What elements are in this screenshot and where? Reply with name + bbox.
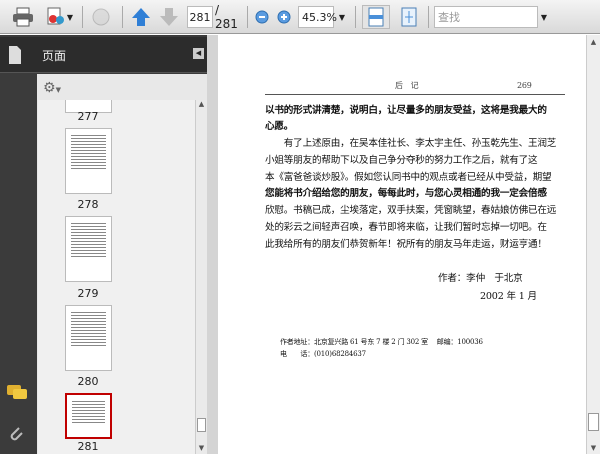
text-line: 心愿。 <box>265 121 294 132</box>
search-input[interactable]: 查找 <box>434 6 538 28</box>
scrollbar-thumb[interactable] <box>588 413 599 431</box>
text-line: 您能将书介绍给您的朋友，每每此时，与您心灵相通的我一定会倍感 <box>265 188 547 199</box>
header-rule <box>265 94 565 95</box>
zoom-out-button[interactable] <box>253 5 271 29</box>
total-pages: / 281 <box>215 3 238 31</box>
options-gear-icon[interactable]: ⚙▼ <box>43 80 61 96</box>
document-view: 后 记 269 以书的形式讲清楚，说明白，让尽量多的朋友受益，这将是我最大的 心愿… <box>218 35 586 454</box>
speech-bubble-icon <box>92 8 110 26</box>
page-thumbnail[interactable] <box>65 216 112 282</box>
text-line: 以书的形式讲清楚，说明白，让尽量多的朋友受益，这将是我最大的 <box>265 105 547 116</box>
thumbnail-label: 280 <box>77 375 99 388</box>
plus-circle-icon <box>277 10 291 24</box>
text-line: 有了上述原由，在吴本佳社长、李太宇主任、孙玉乾先生、王润芝 <box>265 138 557 149</box>
text-line: 此我给所有的朋友们恭贺新年！祝所有的朋友马年走运，财运亨通！ <box>265 239 547 250</box>
page-thumbnail-selected[interactable] <box>65 393 112 439</box>
page-thumbnail[interactable] <box>65 305 112 371</box>
scrollbar-thumb[interactable] <box>197 418 206 432</box>
signature: 作者：李仲 于北京 <box>438 273 523 284</box>
collapse-panel-button[interactable]: ◀ <box>193 48 204 59</box>
previous-page-button[interactable] <box>128 5 154 29</box>
printer-icon <box>13 7 33 27</box>
thumbnail-label: 277 <box>77 110 99 123</box>
collaborate-button[interactable]: ▼ <box>42 5 76 29</box>
text-line: 本《富爸爸谈炒股》。假如您认同书中的观点或者已经从中受益，期望 <box>265 172 552 183</box>
zoom-in-button[interactable] <box>275 5 293 29</box>
author-phone: 电 话：(010)68284637 <box>280 350 366 358</box>
thumbnail-scrollbar[interactable]: ▲ ▼ <box>195 100 207 454</box>
fit-width-icon <box>368 7 384 27</box>
text-line: 小姐等朋友的帮助下以及自己争分夺秒的努力工作之后，就有了这 <box>265 155 538 166</box>
arrow-up-icon <box>132 8 150 26</box>
fit-width-button[interactable] <box>362 5 390 29</box>
document-scrollbar[interactable]: ▲ ▼ <box>586 35 600 454</box>
arrow-down-icon <box>160 8 178 26</box>
thumbnail-label: 278 <box>77 198 99 211</box>
share-document-icon <box>47 7 64 25</box>
pane-splitter[interactable] <box>207 35 218 454</box>
fit-page-button[interactable] <box>396 5 422 29</box>
page-number-input[interactable]: 281 <box>187 6 213 28</box>
page-thumbnail[interactable] <box>65 128 112 194</box>
text-line: 处的彩云之间轻声召唤，春节即将来临，让我们暂时忘掉一切吧。在 <box>265 222 547 233</box>
chevron-down-icon: ▼ <box>66 12 74 22</box>
pages-nav-button[interactable] <box>0 37 36 73</box>
text-line: 欣慰。书稿已成，尘埃落定，双手扶案，凭窗眺望，春姑娘仿佛已在远 <box>265 205 557 216</box>
fit-page-icon <box>401 7 417 27</box>
print-button[interactable] <box>10 5 36 29</box>
date: 2002 年 1 月 <box>480 291 537 302</box>
toolbar: ▼ 281 / 281 45.3% ▼ 查找 ▼ <box>0 0 600 34</box>
comments-icon[interactable] <box>6 384 28 402</box>
author-address: 作者地址：北京复兴路 61 号东 7 楼 2 门 302 室 邮编：100036 <box>280 338 483 346</box>
attachment-paperclip-icon[interactable] <box>7 424 25 444</box>
thumbnail-list: 277 278 279 280 281 <box>38 100 195 454</box>
thumbnail-label: 281 <box>77 440 99 453</box>
search-dropdown-chevron-icon[interactable]: ▼ <box>538 5 550 29</box>
thumbnail-label: 279 <box>77 287 99 300</box>
zoom-dropdown-chevron-icon[interactable]: ▼ <box>337 5 347 29</box>
next-page-button[interactable] <box>156 5 182 29</box>
zoom-input[interactable]: 45.3% <box>298 6 337 28</box>
minus-circle-icon <box>255 10 269 24</box>
panel-title: 页面 <box>42 49 67 63</box>
comment-button[interactable] <box>88 5 114 29</box>
